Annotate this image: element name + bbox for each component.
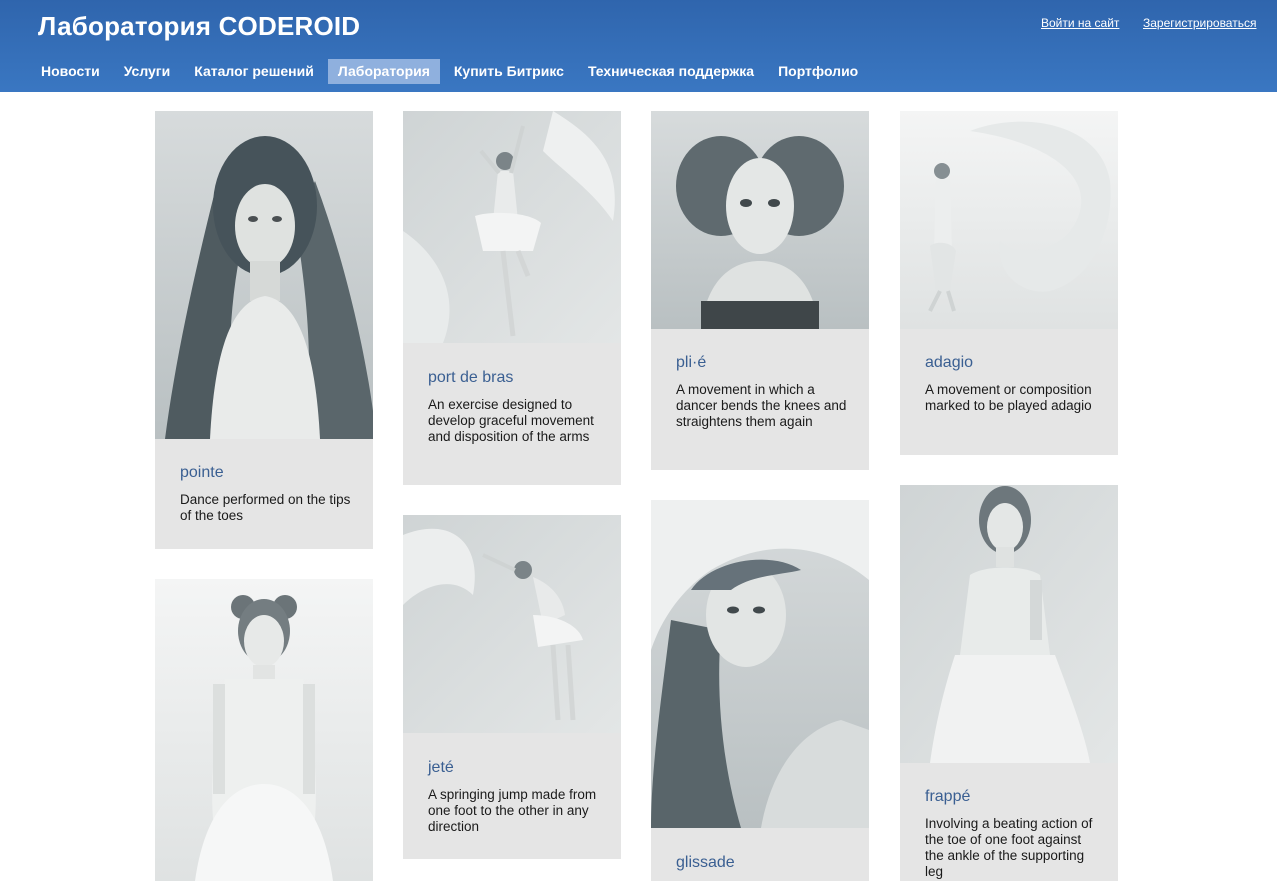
gallery-card-port-de-bras[interactable]: port de bras An exercise designed to dev… — [403, 111, 621, 485]
card-title[interactable]: adagio — [925, 354, 973, 372]
gallery-card-pointe[interactable]: pointe Dance performed on the tips of th… — [155, 111, 373, 549]
card-description: An exercise designed to develop graceful… — [428, 397, 594, 444]
nav-item-buy-bitrix[interactable]: Купить Битрикс — [444, 59, 574, 84]
card-description: A movement or composition marked to be p… — [925, 382, 1092, 413]
card-description: A movement in which a dancer bends the k… — [676, 382, 847, 429]
photo-card-5[interactable] — [155, 579, 373, 881]
photo-jete[interactable] — [403, 515, 621, 733]
card-description: A springing jump made from one foot to t… — [428, 787, 597, 834]
photo-frappe[interactable] — [900, 485, 1118, 763]
nav-item-catalog[interactable]: Каталог решений — [184, 59, 324, 84]
photo-pointe[interactable] — [155, 111, 373, 439]
gallery-card-frappe[interactable]: frappé Involving a beating action of the… — [900, 485, 1118, 881]
card-title[interactable]: pli·é — [676, 354, 706, 372]
photo-port-de-bras[interactable] — [403, 111, 621, 343]
gallery-card-glissade[interactable]: glissade — [651, 500, 869, 881]
site-title[interactable]: Лаборатория CODEROID — [38, 11, 360, 42]
main-nav: Новости Услуги Каталог решений Лаборатор… — [31, 59, 872, 84]
site-header: Лаборатория CODEROID Войти на сайт Зарег… — [0, 0, 1277, 92]
login-link[interactable]: Войти на сайт — [1041, 16, 1119, 30]
gallery-card-plie[interactable]: pli·é A movement in which a dancer bends… — [651, 111, 869, 470]
nav-item-laboratory[interactable]: Лаборатория — [327, 59, 440, 84]
photo-glissade[interactable] — [651, 500, 869, 828]
photo-adagio[interactable] — [900, 111, 1118, 329]
card-description: Dance performed on the tips of the toes — [180, 492, 351, 523]
register-link[interactable]: Зарегистрироваться — [1143, 16, 1256, 30]
nav-item-portfolio[interactable]: Портфолио — [768, 59, 868, 84]
nav-item-support[interactable]: Техническая поддержка — [578, 59, 764, 84]
nav-item-news[interactable]: Новости — [31, 59, 110, 84]
gallery-card-jete[interactable]: jeté A springing jump made from one foot… — [403, 515, 621, 859]
card-title[interactable]: glissade — [676, 854, 735, 872]
gallery-card-adagio[interactable]: adagio A movement or composition marked … — [900, 111, 1118, 455]
card-description: Involving a beating action of the toe of… — [925, 816, 1093, 879]
card-title[interactable]: frappé — [925, 788, 970, 806]
gallery-card-5[interactable] — [155, 579, 373, 881]
photo-plie[interactable] — [651, 111, 869, 329]
card-title[interactable]: port de bras — [428, 369, 513, 387]
card-title[interactable]: jeté — [428, 759, 454, 777]
card-title[interactable]: pointe — [180, 464, 224, 482]
nav-item-services[interactable]: Услуги — [114, 59, 181, 84]
